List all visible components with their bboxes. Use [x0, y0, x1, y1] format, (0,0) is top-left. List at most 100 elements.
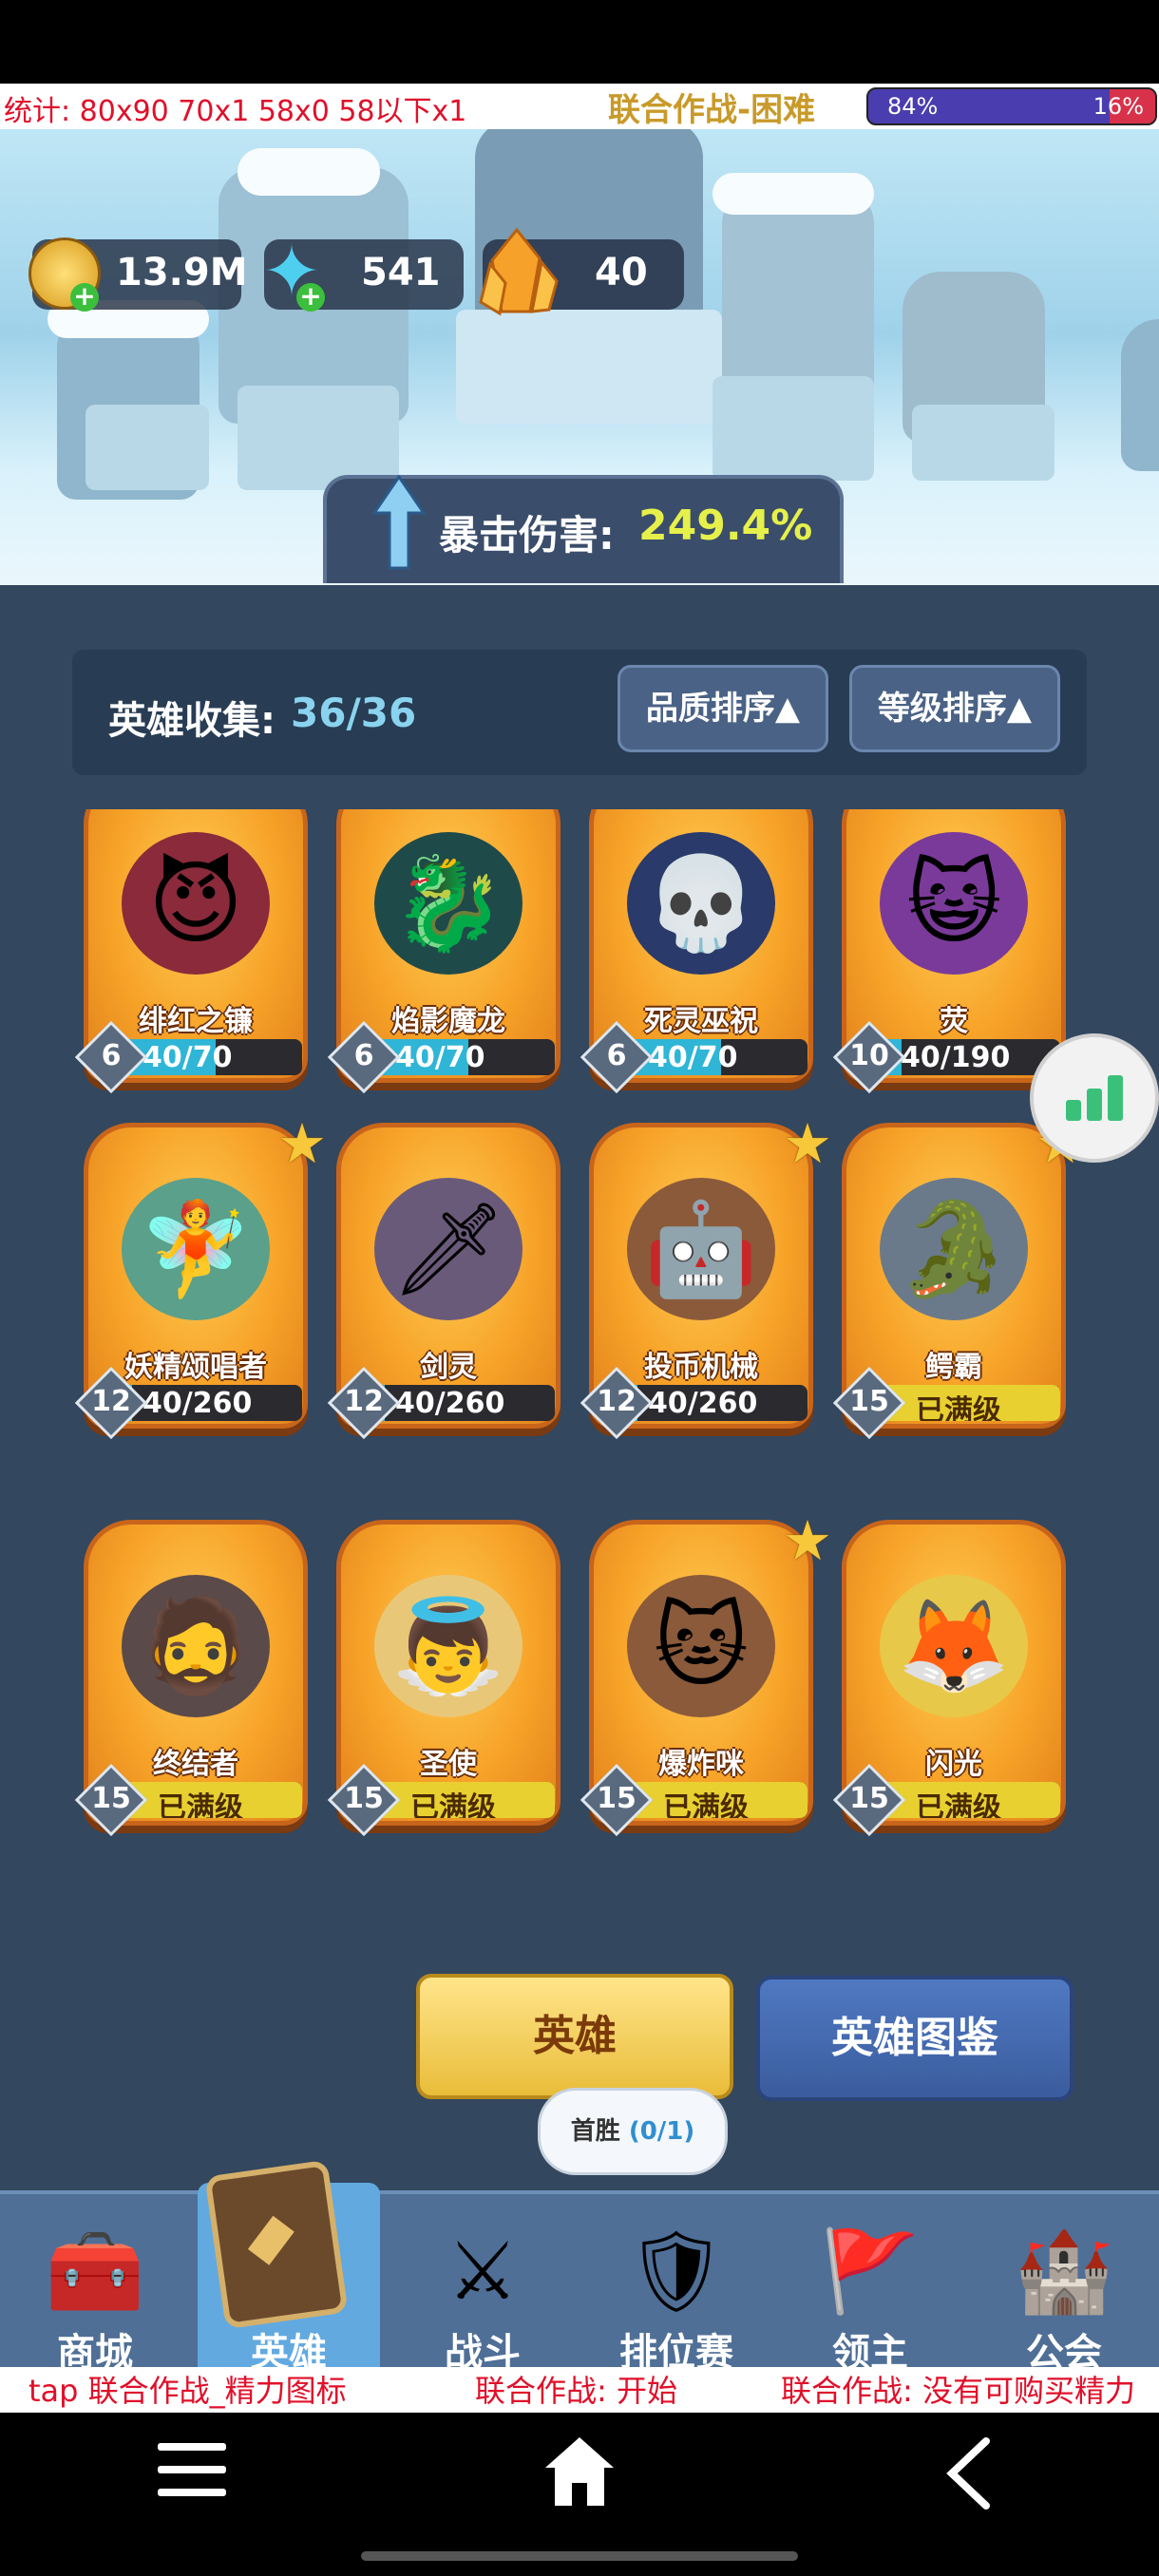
- hero-avatar-icon: 👼: [391, 1592, 505, 1699]
- home-indicator: [361, 2551, 798, 2561]
- hero-portrait: 🗡: [374, 1178, 522, 1320]
- hero-avatar-icon: 😺: [905, 850, 1002, 957]
- nav-item[interactable]: 🛡 排位赛: [581, 2219, 771, 2375]
- nav-item[interactable]: 🧰 商城: [0, 2219, 190, 2375]
- hero-portrait: 🐊: [880, 1178, 1028, 1320]
- first-win-label: 首胜: [570, 2117, 620, 2146]
- hero-card[interactable]: 🐱 爆炸咪 已满级 15 ★: [580, 1508, 832, 1837]
- hero-avatar-icon: 🧚: [139, 1195, 253, 1302]
- arrow-up-icon: [371, 474, 427, 570]
- hero-card[interactable]: 🤖 投币机械 40/260 12 ★: [580, 1111, 832, 1440]
- hero-card[interactable]: 🧚 妖精颂唱者 40/260 12 ★: [74, 1111, 327, 1440]
- nav-item[interactable]: ⚔ 战斗: [388, 2219, 578, 2375]
- hero-level: 15: [597, 1782, 636, 1815]
- hero-progress-text: 40/70: [648, 1041, 738, 1074]
- hero-level: 12: [91, 1385, 131, 1418]
- hero-level: 15: [849, 1385, 889, 1418]
- hero-codex-button[interactable]: 英雄图鉴: [756, 1976, 1074, 2101]
- nav-icon: 🧰: [45, 2225, 145, 2318]
- add-gold-icon[interactable]: +: [70, 283, 99, 312]
- hero-portrait: 🤖: [627, 1178, 775, 1320]
- nav-icon: 🚩: [820, 2225, 921, 2318]
- hero-level: 15: [344, 1782, 384, 1815]
- pedestal: [86, 405, 209, 490]
- gold-pill[interactable]: + 13.9M: [28, 237, 248, 312]
- collection-count: 36/36: [291, 690, 417, 736]
- collection-label: 英雄收集:: [108, 699, 276, 743]
- stats-float-button[interactable]: [1030, 1033, 1159, 1163]
- hero-portrait: 😈: [122, 832, 270, 975]
- hero-card[interactable]: 🧔 终结者 已满级 15: [74, 1520, 308, 1837]
- snow-cap: [712, 173, 874, 215]
- hero-avatar-icon: 🤖: [644, 1195, 758, 1302]
- nav-item[interactable]: 英雄: [194, 2159, 384, 2375]
- stats-text: 统计: 80x90 70x1 58x0 58以下x1: [4, 95, 467, 128]
- hero-card[interactable]: 😺 荧 40/190 10: [832, 809, 1066, 1094]
- gems-pill[interactable]: ✦ + 541: [262, 234, 464, 312]
- hero-portrait: 🐉: [374, 832, 522, 975]
- hero-card[interactable]: 😈 绯红之镰 40/70 6: [74, 809, 308, 1094]
- sort-quality-button[interactable]: 品质排序▲: [618, 665, 828, 752]
- star-icon: ★: [783, 1111, 832, 1176]
- snow-cap: [238, 148, 380, 196]
- hero-progress-text: 40/70: [142, 1041, 233, 1074]
- hero-progress-text: 已满级: [410, 1791, 496, 1818]
- gold-value: 13.9M: [116, 251, 248, 294]
- crit-damage-value: 249.4%: [638, 502, 813, 550]
- hero-level: 6: [353, 1039, 374, 1072]
- hero-portrait: 🧚: [122, 1178, 270, 1320]
- nav-icon: 🛡: [625, 2225, 728, 2318]
- mode-title: 联合作战-困难: [608, 91, 816, 129]
- nav-item[interactable]: 🏰 公会: [969, 2219, 1159, 2375]
- star-icon: ★: [783, 1508, 832, 1573]
- hero-portrait: 💀: [627, 832, 775, 975]
- pedestal: [912, 405, 1054, 481]
- hero-portrait: 👼: [374, 1575, 522, 1717]
- first-win-tooltip: 首胜 (0/1): [538, 2088, 728, 2175]
- nav-icon: ⚔: [446, 2225, 519, 2318]
- hero-avatar-icon: 🐉: [391, 849, 505, 957]
- pedestal: [456, 310, 722, 424]
- back-icon[interactable]: [940, 2435, 998, 2528]
- crystals-pill[interactable]: 40: [479, 227, 684, 316]
- hero-progress-text: 40/260: [648, 1387, 758, 1420]
- home-icon[interactable]: [542, 2434, 618, 2526]
- hero-card[interactable]: 🦊 闪光 已满级 15: [832, 1520, 1066, 1837]
- hero-avatar-icon: 🐱: [653, 1593, 750, 1699]
- hero-level: 12: [344, 1385, 384, 1418]
- add-gems-icon[interactable]: +: [296, 283, 325, 312]
- first-win-count: (0/1): [628, 2117, 695, 2146]
- hero-card[interactable]: 🗡 剑灵 40/260 12: [327, 1123, 560, 1440]
- hero-progress-text: 已满级: [916, 1791, 1001, 1818]
- hero-portrait: 🧔: [122, 1575, 270, 1717]
- hero-avatar-icon: 🦊: [897, 1592, 1011, 1699]
- nav-item[interactable]: 🚩 领主: [775, 2219, 965, 2375]
- hero-level: 10: [849, 1039, 889, 1072]
- hero-portrait: 🐱: [627, 1575, 775, 1717]
- overlay-log-right: 联合作战: 没有可购买精力: [781, 2373, 1135, 2409]
- menu-icon[interactable]: [154, 2437, 230, 2520]
- hero-level: 15: [849, 1782, 889, 1815]
- hero-progress-text: 40/70: [395, 1041, 485, 1074]
- sort-level-button[interactable]: 等级排序▲: [849, 665, 1060, 752]
- ratio-right-label: 16%: [1092, 93, 1144, 120]
- hero-portrait: 😺: [880, 832, 1028, 975]
- hero-avatar-icon: 🗡: [390, 1195, 506, 1302]
- hero-level: 6: [101, 1039, 122, 1072]
- hero-progress-text: 40/190: [901, 1041, 1011, 1074]
- hero-card[interactable]: 🐉 焰影魔龙 40/70 6: [327, 809, 560, 1094]
- hero-card-grid[interactable]: 😈 绯红之镰 40/70 6 🐉 焰影魔龙 40/70 6 💀 死灵巫祝 40/70 6 😺 荧 40/19…: [72, 809, 1087, 1902]
- crystal-icon: [473, 226, 560, 317]
- hero-button[interactable]: 英雄: [416, 1974, 733, 2099]
- hero-level: 15: [91, 1782, 131, 1815]
- hero-level: 12: [597, 1385, 636, 1418]
- hero-card[interactable]: 👼 圣使 已满级 15: [327, 1520, 560, 1837]
- crit-damage-label: 暴击伤害:: [439, 512, 615, 559]
- hero-avatar-icon: 💀: [644, 849, 758, 957]
- hero-level: 6: [606, 1039, 627, 1072]
- pedestal: [712, 376, 874, 481]
- hero-card[interactable]: 🐊鳄霸已满级15★: [832, 1111, 1085, 1440]
- hero-card[interactable]: 💀 死灵巫祝 40/70 6: [580, 809, 813, 1094]
- ratio-left-label: 84%: [887, 93, 939, 120]
- star-icon: ★: [277, 1111, 327, 1176]
